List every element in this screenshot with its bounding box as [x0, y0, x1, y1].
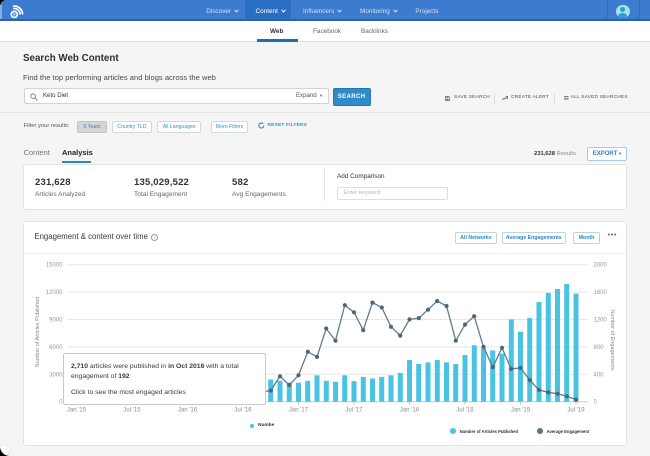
svg-text:12000: 12000	[46, 290, 63, 296]
svg-text:Jul '16: Jul '16	[234, 407, 252, 413]
svg-text:1600: 1600	[594, 290, 608, 296]
svg-text:400: 400	[594, 372, 605, 378]
svg-text:Jan '17: Jan '17	[289, 407, 309, 413]
svg-text:15000: 15000	[46, 263, 63, 269]
svg-text:3000: 3000	[49, 372, 63, 378]
svg-text:Jul '17: Jul '17	[345, 407, 363, 413]
svg-text:9000: 9000	[49, 318, 63, 324]
svg-text:Jul '19: Jul '19	[567, 407, 585, 413]
svg-text:2000: 2000	[594, 263, 608, 269]
svg-text:800: 800	[594, 345, 605, 351]
svg-text:Jan '19: Jan '19	[511, 407, 531, 413]
svg-text:0: 0	[594, 400, 598, 406]
svg-text:6000: 6000	[49, 345, 63, 351]
svg-text:Jul '15: Jul '15	[123, 407, 141, 413]
svg-text:Number of Engagements: Number of Engagements	[609, 309, 615, 370]
svg-text:Jan '15: Jan '15	[67, 407, 87, 413]
svg-text:Number of Articles Published: Number of Articles Published	[35, 297, 41, 368]
svg-text:Jul '18: Jul '18	[456, 407, 474, 413]
svg-text:1200: 1200	[594, 318, 608, 324]
svg-text:Jan '16: Jan '16	[178, 407, 198, 413]
svg-text:Jan '18: Jan '18	[400, 407, 420, 413]
